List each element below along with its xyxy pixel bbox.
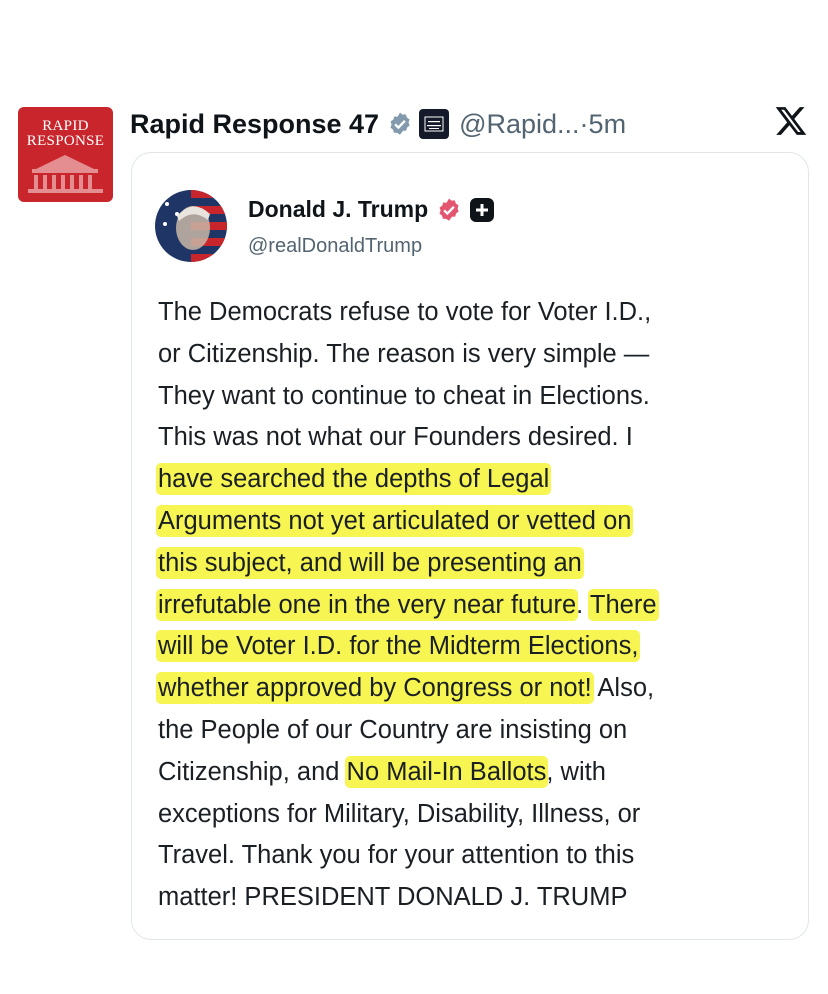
text-segment: This was not what our Founders desired. … [158, 423, 633, 452]
highlighted-text: No Mail-In Ballots [346, 757, 547, 786]
text-segment: The Democrats refuse to vote for Voter I… [158, 298, 652, 326]
post-text-line: The Democrats refuse to vote for Voter I… [158, 292, 798, 334]
author-handle[interactable]: @realDonaldTrump [248, 235, 422, 258]
text-segment: They want to continue to cheat in Electi… [158, 381, 650, 410]
author-name[interactable]: Donald J. Trump [248, 196, 428, 223]
white-house-badge-icon[interactable] [419, 109, 450, 139]
post-text-line: have searched the depths of Legal [158, 459, 798, 501]
highlighted-text: Arguments not yet articulated or vetted … [158, 506, 632, 535]
post-text-line: matter! PRESIDENT DONALD J. TRUMP [158, 877, 798, 919]
text-segment: exceptions for Military, Disability, Ill… [158, 799, 641, 828]
post-text-line: This was not what our Founders desired. … [158, 417, 798, 459]
post-text-line: Citizenship, and No Mail-In Ballots, wit… [158, 752, 798, 794]
x-logo-icon[interactable] [774, 104, 808, 138]
avatar-logo-text: RAPID RESPONSE [26, 118, 105, 149]
author-avatar[interactable] [155, 190, 227, 262]
highlighted-text: whether approved by Congress or not! [158, 674, 592, 703]
account-name[interactable]: Rapid Response 47 [130, 109, 379, 140]
author-name-row: Donald J. Trump [248, 196, 495, 223]
text-segment: matter! PRESIDENT DONALD J. TRUMP [158, 883, 628, 912]
post-text-line: or Citizenship. The reason is very simpl… [158, 334, 798, 376]
verified-badge-icon [436, 197, 462, 223]
text-segment: Also, [591, 674, 655, 703]
post-text-line: exceptions for Military, Disability, Ill… [158, 794, 798, 836]
text-segment: or Citizenship. The reason is very simpl… [158, 339, 650, 368]
highlighted-text: have searched the depths of Legal [158, 465, 550, 494]
highlighted-text: irrefutable one in the very near future [158, 590, 577, 619]
highlighted-text: will be Voter I.D. for the Midterm Elect… [158, 632, 639, 661]
text-segment: Travel. Thank you for your attention to … [158, 841, 635, 870]
truth-social-plus-icon [470, 197, 495, 222]
post-text-line: the People of our Country are insisting … [158, 710, 798, 752]
post-text-line: Travel. Thank you for your attention to … [158, 835, 798, 877]
text-segment: the People of our Country are insisting … [158, 715, 628, 744]
post-timestamp[interactable]: 5m [589, 109, 627, 139]
text-segment: . [576, 590, 590, 619]
post-text: The Democrats refuse to vote for Voter I… [158, 292, 798, 919]
account-handle[interactable]: @Rapid...·5m [459, 109, 626, 140]
post-text-line: will be Voter I.D. for the Midterm Elect… [158, 626, 798, 668]
post-text-line: They want to continue to cheat in Electi… [158, 376, 798, 418]
verified-badge-icon[interactable] [387, 111, 413, 137]
post-text-line: irrefutable one in the very near future.… [158, 585, 798, 627]
post-text-line: this subject, and will be presenting an [158, 543, 798, 585]
text-segment: , with [546, 757, 606, 786]
post-text-line: Arguments not yet articulated or vetted … [158, 501, 798, 543]
post-header: Rapid Response 47 @Rapid...·5m [130, 104, 626, 144]
highlighted-text: There [589, 590, 657, 619]
account-avatar[interactable]: RAPID RESPONSE [18, 107, 113, 202]
separator-dot: · [579, 108, 589, 139]
post-text-line: whether approved by Congress or not! Als… [158, 668, 798, 710]
highlighted-text: this subject, and will be presenting an [158, 548, 582, 577]
text-segment: Citizenship, and [158, 757, 347, 786]
